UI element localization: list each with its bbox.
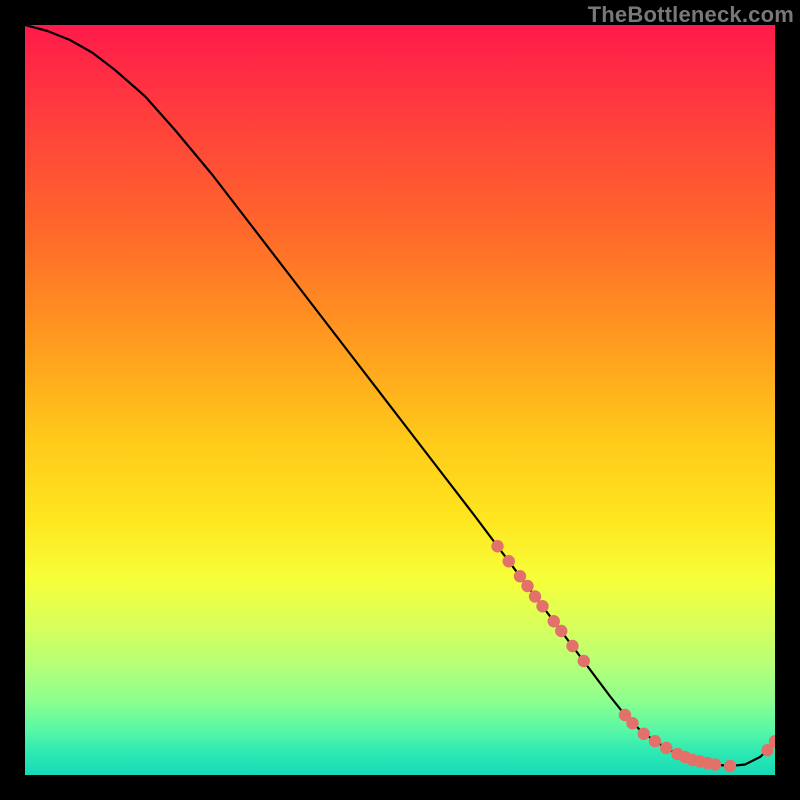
data-point [660,742,672,754]
data-point [503,555,515,567]
data-point [521,580,533,592]
curve-line [25,25,775,766]
chart-svg [25,25,775,775]
data-point [536,600,548,612]
data-points [491,540,775,772]
data-point [566,640,578,652]
data-point [724,760,736,772]
data-point [709,758,721,770]
data-point [514,570,526,582]
data-point [491,540,503,552]
data-point [626,717,638,729]
plot-area [25,25,775,775]
watermark-text: TheBottleneck.com [588,2,794,28]
chart-stage: TheBottleneck.com [0,0,800,800]
data-point [638,728,650,740]
data-point [555,625,567,637]
data-point [649,735,661,747]
data-point [548,615,560,627]
data-point [578,655,590,667]
data-point [529,590,541,602]
